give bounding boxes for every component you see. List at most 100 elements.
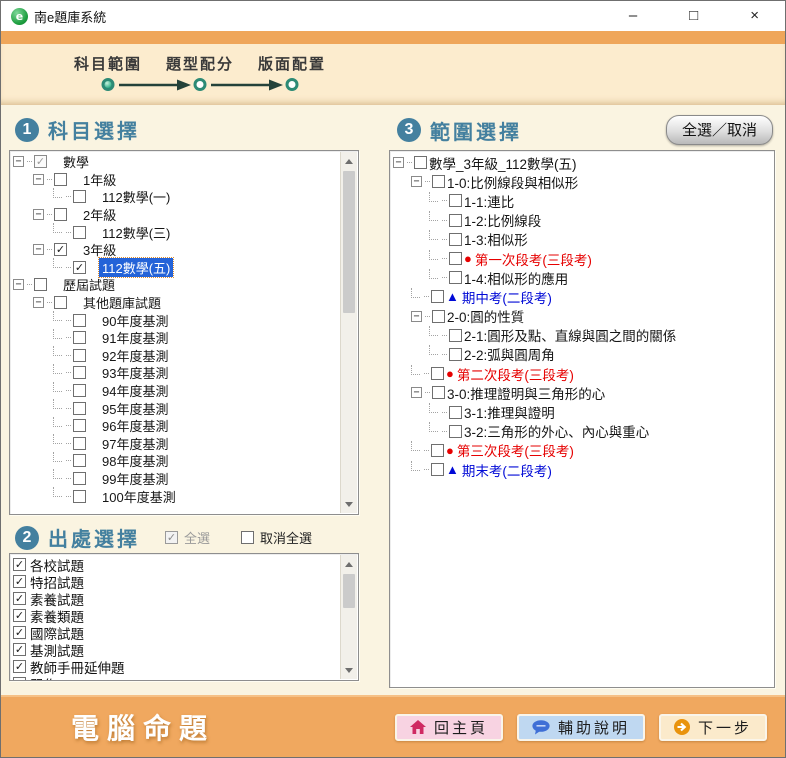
tree-expand-toggle[interactable]: − <box>411 387 422 398</box>
scrollbar-thumb[interactable] <box>343 574 355 608</box>
tree-item[interactable]: − 1-0:比例線段與相似形 <box>393 172 770 191</box>
source-checkbox[interactable]: ✓ <box>13 592 26 605</box>
tree-expand-toggle[interactable]: − <box>33 174 44 185</box>
source-checkbox[interactable]: ✓ <box>13 643 26 656</box>
tree-item[interactable]: 112數學(三) <box>13 223 338 241</box>
source-list-item[interactable]: ✓教師手冊延伸題 <box>13 658 338 675</box>
tree-checkbox[interactable] <box>431 444 444 457</box>
tree-item[interactable]: −其他題庫試題 <box>13 294 338 312</box>
tree-item[interactable]: 2-2:弧與圓周角 <box>393 345 770 364</box>
tree-checkbox[interactable] <box>449 348 462 361</box>
tree-item-label[interactable]: 2-1:圓形及點、直線與圓之間的關係 <box>463 325 677 345</box>
tree-item-label[interactable]: 第二次段考(三段考) <box>456 364 575 384</box>
tree-checkbox[interactable] <box>449 406 462 419</box>
source-list-item[interactable]: ✓素養類題 <box>13 607 338 624</box>
source-checkbox[interactable]: ✓ <box>13 677 26 680</box>
deselect-all-checkbox[interactable] <box>241 531 254 544</box>
tree-item-label[interactable]: 2-0:圓的性質 <box>446 306 525 326</box>
tree-checkbox[interactable] <box>73 490 86 503</box>
tree-item-label[interactable]: 期末考(二段考) <box>461 460 553 480</box>
tree-checkbox[interactable] <box>73 366 86 379</box>
tree-item-label[interactable]: 2年級 <box>80 205 119 224</box>
deselect-all-checkbox-group[interactable]: 取消全選 <box>241 528 312 547</box>
tree-checkbox[interactable] <box>449 329 462 342</box>
tree-checkbox[interactable] <box>54 296 67 309</box>
tree-item[interactable]: 97年度基測 <box>13 435 338 453</box>
tree-expand-toggle[interactable]: − <box>411 311 422 322</box>
tree-checkbox[interactable] <box>73 437 86 450</box>
tree-item-label[interactable]: 96年度基測 <box>99 416 171 435</box>
tree-expand-toggle[interactable]: − <box>411 176 422 187</box>
tree-item[interactable]: ●第一次段考(三段考) <box>393 249 770 268</box>
scroll-down-icon[interactable] <box>341 496 357 512</box>
tree-checkbox[interactable] <box>449 271 462 284</box>
minimize-button[interactable]: – <box>629 1 637 31</box>
tree-item[interactable]: −✓數學 <box>13 153 338 171</box>
tree-item-label[interactable]: 1-2:比例線段 <box>463 210 542 230</box>
tree-checkbox[interactable] <box>73 384 86 397</box>
scroll-up-icon[interactable] <box>341 556 357 572</box>
tree-item-label[interactable]: 99年度基測 <box>99 469 171 488</box>
tree-item[interactable]: 98年度基測 <box>13 452 338 470</box>
tree-item-label[interactable]: 91年度基測 <box>99 328 171 347</box>
subject-scrollbar[interactable] <box>340 152 357 513</box>
tree-checkbox[interactable] <box>73 454 86 467</box>
tree-item-label[interactable]: 95年度基測 <box>99 399 171 418</box>
tree-item[interactable]: − 2年級 <box>13 206 338 224</box>
tree-item-label[interactable]: 1年級 <box>80 170 119 189</box>
source-list-item[interactable]: ✓特招試題 <box>13 573 338 590</box>
tree-checkbox[interactable] <box>73 349 86 362</box>
tree-item-label[interactable]: 期中考(二段考) <box>461 287 553 307</box>
source-checkbox[interactable]: ✓ <box>13 575 26 588</box>
tree-item-label[interactable]: 數學 <box>60 153 92 171</box>
tree-item-label[interactable]: 第三次段考(三段考) <box>456 440 575 460</box>
tree-item-label[interactable]: 2-2:弧與圓周角 <box>463 344 556 364</box>
tree-item-label[interactable]: 92年度基測 <box>99 346 171 365</box>
tree-item-label[interactable]: 第一次段考(三段考) <box>474 249 593 269</box>
source-list-item[interactable]: ✓素養試題 <box>13 590 338 607</box>
tree-item-label[interactable]: 1-0:比例線段與相似形 <box>446 172 579 192</box>
tree-item[interactable]: − 1年級 <box>13 171 338 189</box>
tree-item[interactable]: 1-1:連比 <box>393 191 770 210</box>
tree-item-label[interactable]: 3-1:推理與證明 <box>463 402 556 422</box>
tree-item-label[interactable]: 數學_3年級_112數學(五) <box>428 153 578 173</box>
tree-expand-toggle[interactable]: − <box>33 244 44 255</box>
tree-item[interactable]: − 3-0:推理證明與三角形的心 <box>393 383 770 402</box>
tree-item[interactable]: 99年度基測 <box>13 470 338 488</box>
tree-item-label[interactable]: 歷屆試題 <box>60 275 118 294</box>
tree-item[interactable]: ●第三次段考(三段考) <box>393 441 770 460</box>
tree-item-label[interactable]: 112數學(三) <box>99 223 173 242</box>
tree-expand-toggle[interactable]: − <box>393 157 404 168</box>
source-list-item[interactable]: ✓各校試題 <box>13 556 338 573</box>
tree-item-label[interactable]: 其他題庫試題 <box>80 293 164 312</box>
tree-checkbox[interactable] <box>449 252 462 265</box>
tree-checkbox[interactable] <box>73 190 86 203</box>
tree-checkbox[interactable] <box>73 419 86 432</box>
tree-item[interactable]: − 2-0:圓的性質 <box>393 307 770 326</box>
tree-checkbox[interactable] <box>73 402 86 415</box>
tree-item[interactable]: 3-1:推理與證明 <box>393 402 770 421</box>
tree-item[interactable]: ▲期中考(二段考) <box>393 287 770 306</box>
tree-item[interactable]: 93年度基測 <box>13 364 338 382</box>
tree-item-label[interactable]: 93年度基測 <box>99 363 171 382</box>
tree-checkbox[interactable] <box>432 310 445 323</box>
tree-checkbox[interactable]: ✓ <box>73 261 86 274</box>
tree-expand-toggle[interactable]: − <box>33 209 44 220</box>
tree-item[interactable]: 96年度基測 <box>13 417 338 435</box>
source-scrollbar[interactable] <box>340 555 357 679</box>
tree-checkbox[interactable] <box>73 226 86 239</box>
tree-checkbox[interactable] <box>449 425 462 438</box>
tree-checkbox[interactable] <box>432 175 445 188</box>
tree-item-label[interactable]: 112數學(五) <box>99 258 173 277</box>
source-checkbox[interactable]: ✓ <box>13 558 26 571</box>
tree-item-label[interactable]: 3-0:推理證明與三角形的心 <box>446 383 606 403</box>
tree-checkbox[interactable] <box>431 463 444 476</box>
tree-item[interactable]: ✓ 112數學(五) <box>13 259 338 277</box>
source-checkbox[interactable]: ✓ <box>13 626 26 639</box>
tree-item-label[interactable]: 98年度基測 <box>99 451 171 470</box>
tree-item[interactable]: 1-4:相似形的應用 <box>393 268 770 287</box>
tree-item[interactable]: 1-3:相似形 <box>393 230 770 249</box>
tree-item-label[interactable]: 3-2:三角形的外心、內心與重心 <box>463 421 650 441</box>
tree-checkbox[interactable]: ✓ <box>54 243 67 256</box>
tree-checkbox[interactable] <box>54 208 67 221</box>
